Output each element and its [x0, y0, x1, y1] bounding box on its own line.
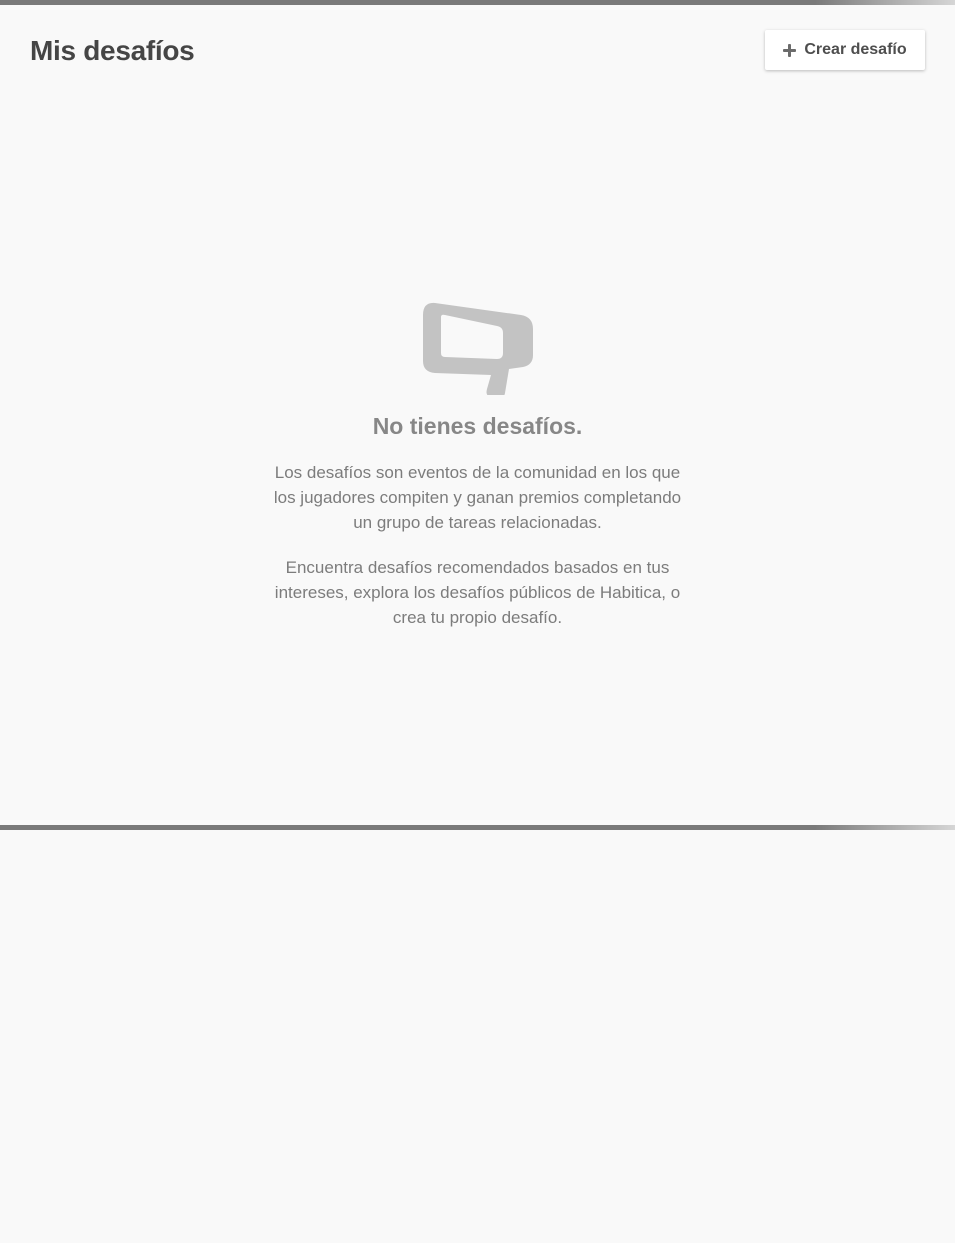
empty-state-suggestion: Encuentra desafíos recomendados basados …	[274, 558, 681, 627]
page-title: Mis desafíos	[30, 35, 195, 66]
empty-state-description: Los desafíos son eventos de la comunidad…	[273, 463, 682, 532]
empty-state: No tienes desafíos. Los desafíos son eve…	[0, 295, 955, 630]
create-challenge-button[interactable]: Crear desafío	[765, 30, 925, 70]
challenges-panel: Mis desafíos Crear desafío No tienes des…	[0, 5, 955, 825]
megaphone-icon	[422, 302, 533, 395]
lower-empty-area	[0, 830, 955, 1243]
plus-icon	[783, 43, 797, 57]
create-challenge-label: Crear desafío	[804, 41, 907, 58]
empty-state-title: No tienes desafíos.	[372, 413, 583, 439]
